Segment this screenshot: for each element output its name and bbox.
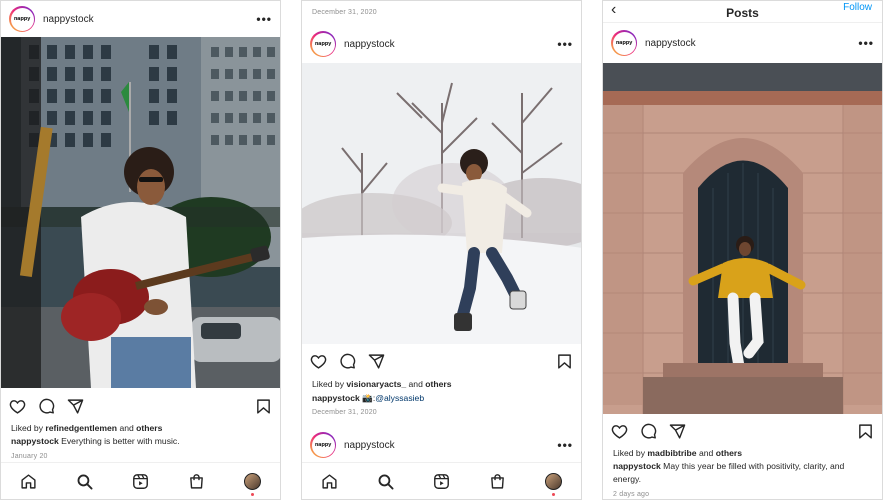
- bookmark-icon[interactable]: [556, 353, 573, 370]
- liked-by-others[interactable]: others: [136, 423, 162, 433]
- tab-search[interactable]: [366, 466, 406, 496]
- post-meta: Liked by madbibtribe and others nappysto…: [613, 447, 872, 499]
- tab-reels[interactable]: [120, 466, 160, 496]
- notification-dot: [250, 493, 254, 496]
- liked-by-line: Liked by visionaryacts_ and others: [312, 379, 452, 389]
- avatar[interactable]: nappy: [310, 432, 336, 458]
- caption: nappystock Everything is better with mus…: [11, 435, 270, 448]
- liked-by-user[interactable]: visionaryacts_: [346, 379, 406, 389]
- liked-by-line: Liked by refinedgentlemen and others: [11, 423, 163, 433]
- search-icon: [77, 474, 93, 490]
- liked-by-line: Liked by madbibtribe and others: [613, 448, 742, 458]
- avatar[interactable]: nappy: [310, 31, 336, 57]
- caption-username[interactable]: nappystock: [11, 436, 59, 446]
- shop-icon: [189, 473, 203, 489]
- bookmark-icon[interactable]: [857, 423, 874, 440]
- notification-dot: [551, 493, 555, 496]
- post-actions: [310, 350, 573, 372]
- more-options-button[interactable]: •••: [256, 12, 272, 26]
- tab-shop[interactable]: [477, 466, 517, 496]
- bottom-tab-bar: [1, 462, 280, 499]
- tab-reels[interactable]: [421, 466, 461, 496]
- bottom-tab-bar: [302, 462, 581, 499]
- post-header: nappy nappystock •••: [1, 1, 280, 37]
- heart-icon[interactable]: [9, 398, 26, 415]
- reels-icon: [434, 473, 449, 489]
- search-icon: [378, 474, 394, 490]
- comment-icon[interactable]: [339, 353, 356, 370]
- home-icon: [322, 473, 337, 489]
- avatar[interactable]: nappy: [9, 6, 35, 32]
- reels-icon: [133, 473, 148, 489]
- heart-icon[interactable]: [611, 423, 628, 440]
- liked-by-user[interactable]: refinedgentlemen: [45, 423, 117, 433]
- home-icon: [21, 473, 36, 489]
- post-header: nappy nappystock •••: [603, 25, 882, 61]
- post-screen-3: ‹ Posts Follow nappy nappystock ••• Like…: [602, 0, 883, 500]
- username[interactable]: nappystock: [645, 38, 696, 49]
- post-meta: Liked by visionaryacts_ and others nappy…: [312, 378, 571, 419]
- liked-by-others[interactable]: others: [425, 379, 451, 389]
- doorway-woman-image: [603, 63, 882, 414]
- tab-search[interactable]: [65, 466, 105, 496]
- tab-profile[interactable]: [232, 466, 272, 496]
- liked-by-others[interactable]: others: [716, 448, 742, 458]
- caption-text: Everything is better with music.: [61, 436, 180, 446]
- post-actions: [9, 395, 272, 417]
- share-icon[interactable]: [669, 423, 686, 440]
- tab-profile[interactable]: [533, 466, 573, 496]
- caption-username[interactable]: nappystock: [613, 461, 661, 471]
- profile-avatar: [544, 472, 562, 490]
- guitarist-image: [1, 37, 280, 388]
- shop-icon: [490, 473, 504, 489]
- post-actions: [611, 420, 874, 442]
- username[interactable]: nappystock: [344, 39, 395, 50]
- post-photo-doorway[interactable]: [603, 63, 882, 414]
- username[interactable]: nappystock: [43, 14, 94, 25]
- snow-child-image: [302, 63, 581, 344]
- share-icon[interactable]: [368, 353, 385, 370]
- caption-emoji: 📸:: [362, 393, 376, 403]
- caption: nappystock May this year be filled with …: [613, 460, 872, 486]
- post-photo-guitarist[interactable]: [1, 37, 280, 388]
- post-date: 2 days ago: [613, 491, 650, 498]
- comment-icon[interactable]: [640, 423, 657, 440]
- caption: nappystock 📸:@alyssasieb: [312, 392, 571, 405]
- post-header: nappy nappystock •••: [302, 26, 581, 62]
- share-icon[interactable]: [67, 398, 84, 415]
- page-title: Posts: [726, 6, 759, 20]
- follow-button[interactable]: Follow: [843, 2, 872, 13]
- tab-home[interactable]: [310, 466, 350, 496]
- more-options-button[interactable]: •••: [557, 438, 573, 452]
- more-options-button[interactable]: •••: [858, 36, 874, 50]
- post-meta: Liked by refinedgentlemen and others nap…: [11, 422, 270, 463]
- username[interactable]: nappystock: [344, 440, 395, 451]
- tab-home[interactable]: [9, 466, 49, 496]
- avatar[interactable]: nappy: [611, 30, 637, 56]
- profile-avatar: [243, 472, 261, 490]
- post-date: December 31, 2020: [312, 409, 377, 416]
- liked-by-user[interactable]: madbibtribe: [647, 448, 696, 458]
- top-nav: ‹ Posts Follow: [603, 1, 882, 23]
- caption-username[interactable]: nappystock: [312, 393, 360, 403]
- post-screen-1: nappy nappystock ••• Liked by refinedgen…: [0, 0, 281, 500]
- next-post-header: nappy nappystock •••: [302, 427, 581, 463]
- previous-post-date: December 31, 2020: [312, 9, 377, 16]
- caption-mention[interactable]: @alyssasieb: [375, 393, 424, 403]
- post-photo-snow[interactable]: [302, 63, 581, 344]
- more-options-button[interactable]: •••: [557, 37, 573, 51]
- heart-icon[interactable]: [310, 353, 327, 370]
- bookmark-icon[interactable]: [255, 398, 272, 415]
- post-screen-2: December 31, 2020 nappy nappystock ••• L…: [301, 0, 582, 500]
- comment-icon[interactable]: [38, 398, 55, 415]
- tab-shop[interactable]: [176, 466, 216, 496]
